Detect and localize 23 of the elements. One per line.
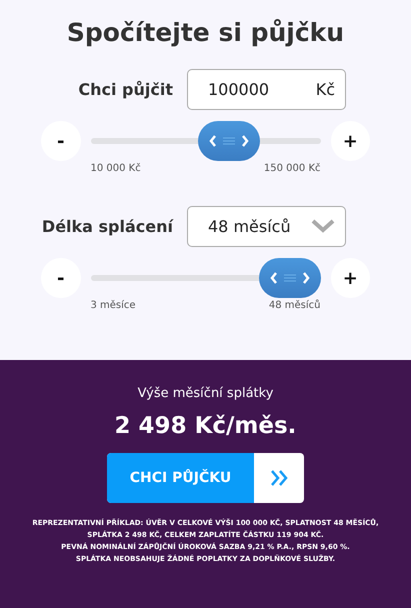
slider-thumb[interactable] xyxy=(258,258,320,298)
slider-grip-icon xyxy=(209,133,250,149)
decrease-button[interactable]: - xyxy=(41,258,80,298)
decrease-button[interactable]: - xyxy=(41,121,80,161)
slider-grip-icon xyxy=(270,270,310,286)
slider-track[interactable] xyxy=(90,258,320,298)
term-label: Délka splácení xyxy=(42,216,173,236)
amount-input-field[interactable]: 100000 Kč xyxy=(187,68,346,110)
slider-thumb[interactable] xyxy=(198,121,260,161)
slider-max-label: 150 000 Kč xyxy=(264,163,320,174)
slider-min-label: 3 měsíce xyxy=(90,300,136,311)
slider-max-label: 48 měsíců xyxy=(268,300,320,311)
page-title: Spočítejte si půjčku xyxy=(66,18,344,49)
monthly-payment: 2 498 Kč/měs. xyxy=(114,413,296,439)
slider-track[interactable] xyxy=(90,121,320,161)
amount-label: Chci půjčit xyxy=(78,80,173,98)
increase-button[interactable]: + xyxy=(330,258,370,298)
chevron-down-icon xyxy=(311,219,335,233)
double-chevron-icon xyxy=(269,469,289,487)
term-dropdown[interactable]: 48 měsíců xyxy=(187,206,346,246)
increase-button[interactable]: + xyxy=(330,121,370,161)
result-label: Výše měsíční splátky xyxy=(138,386,274,401)
slider-min-label: 10 000 Kč xyxy=(90,163,141,174)
